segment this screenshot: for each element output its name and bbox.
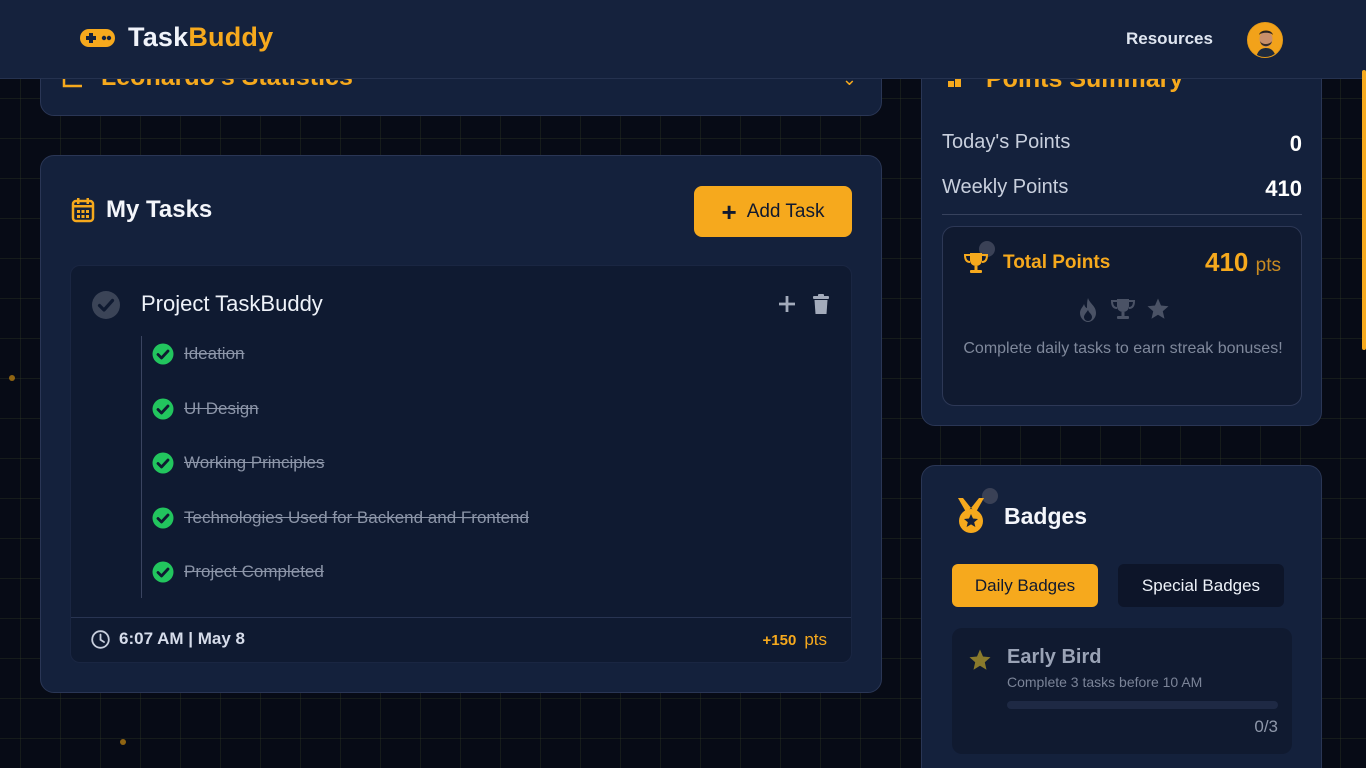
star-icon bbox=[1147, 298, 1169, 319]
my-tasks-card: My Tasks + Add Task Project TaskBuddy Id… bbox=[40, 155, 882, 693]
check-circle-icon[interactable] bbox=[152, 398, 174, 420]
total-points-label: Total Points bbox=[963, 251, 1110, 275]
gamepad-icon bbox=[80, 28, 115, 47]
streak-icons bbox=[943, 297, 1303, 323]
star-icon bbox=[969, 649, 991, 670]
background-dot bbox=[9, 375, 15, 381]
check-circle-icon[interactable] bbox=[152, 507, 174, 529]
badge-progress-bar bbox=[1007, 701, 1278, 709]
plus-icon: + bbox=[721, 196, 737, 227]
divider bbox=[942, 214, 1302, 215]
project-title: Project TaskBuddy bbox=[141, 291, 323, 316]
project-timestamp: 6:07 AM | May 8 bbox=[91, 629, 245, 649]
project-actions bbox=[777, 293, 831, 315]
badge-name: Early Bird bbox=[1007, 646, 1102, 668]
subtask-label: UI Design bbox=[184, 399, 259, 418]
flame-icon bbox=[1080, 298, 1096, 322]
app-name: TaskBuddy bbox=[128, 22, 274, 52]
nav-link-resources[interactable]: Resources bbox=[1126, 29, 1213, 49]
badge-item-early-bird: Early Bird Complete 3 tasks before 10 AM… bbox=[952, 628, 1292, 754]
tab-daily-badges[interactable]: Daily Badges bbox=[952, 564, 1098, 607]
check-circle-icon[interactable] bbox=[152, 343, 174, 365]
subtask-item[interactable]: Project Completed bbox=[152, 561, 324, 583]
trophy-icon bbox=[963, 253, 989, 273]
app-logo[interactable]: TaskBuddy bbox=[79, 22, 273, 53]
badge-description: Complete 3 tasks before 10 AM bbox=[1007, 674, 1203, 690]
subtask-item[interactable]: Working Principles bbox=[152, 452, 324, 474]
subtask-label: Project Completed bbox=[184, 562, 324, 581]
avatar-image bbox=[1248, 23, 1282, 57]
badges-card: Badges Daily Badges Special Badges Early… bbox=[921, 465, 1322, 768]
today-points-row: Today's Points 0 bbox=[942, 131, 1302, 156]
subtask-item[interactable]: Ideation bbox=[152, 343, 245, 365]
trophy-icon bbox=[1110, 299, 1136, 319]
project-footer: 6:07 AM | May 8 +150 pts bbox=[71, 617, 851, 662]
subtask-label: Working Principles bbox=[184, 453, 325, 472]
subtask-label: Technologies Used for Backend and Fronte… bbox=[184, 508, 529, 527]
background-dot bbox=[120, 739, 126, 745]
check-circle-icon[interactable] bbox=[152, 561, 174, 583]
add-task-button[interactable]: + Add Task bbox=[694, 186, 852, 237]
points-summary-card: Points Summary Today's Points 0 Weekly P… bbox=[921, 40, 1322, 426]
total-points-box: Total Points 410 pts Complete daily task… bbox=[942, 226, 1302, 406]
tab-special-badges[interactable]: Special Badges bbox=[1118, 564, 1284, 607]
badges-heading: Badges bbox=[952, 496, 1087, 536]
page-scrollbar[interactable] bbox=[1362, 70, 1366, 350]
medal-icon bbox=[958, 498, 984, 533]
total-points-value: 410 pts bbox=[1205, 247, 1281, 277]
streak-note: Complete daily tasks to earn streak bonu… bbox=[963, 340, 1283, 357]
badge-progress-text: 0/3 bbox=[1254, 717, 1278, 736]
task-complete-checkbox[interactable] bbox=[91, 290, 121, 320]
subtask-item[interactable]: UI Design bbox=[152, 398, 259, 420]
calendar-icon bbox=[71, 198, 95, 223]
subtask-list: Ideation UI Design Working Principles Te… bbox=[141, 336, 831, 598]
my-tasks-heading: My Tasks bbox=[71, 196, 212, 224]
project-task-item[interactable]: Project TaskBuddy Ideation UI Design Wor… bbox=[70, 265, 852, 663]
clock-icon bbox=[91, 629, 110, 649]
user-avatar[interactable] bbox=[1247, 22, 1283, 58]
subtask-item[interactable]: Technologies Used for Backend and Fronte… bbox=[152, 507, 529, 529]
trash-icon[interactable] bbox=[811, 293, 831, 315]
check-circle-icon[interactable] bbox=[152, 452, 174, 474]
top-navbar: TaskBuddy Resources bbox=[0, 0, 1366, 79]
subtask-label: Ideation bbox=[184, 344, 245, 363]
add-subtask-icon[interactable] bbox=[777, 293, 797, 315]
weekly-points-row: Weekly Points 410 bbox=[942, 176, 1302, 201]
project-points: +150 pts bbox=[762, 630, 827, 649]
